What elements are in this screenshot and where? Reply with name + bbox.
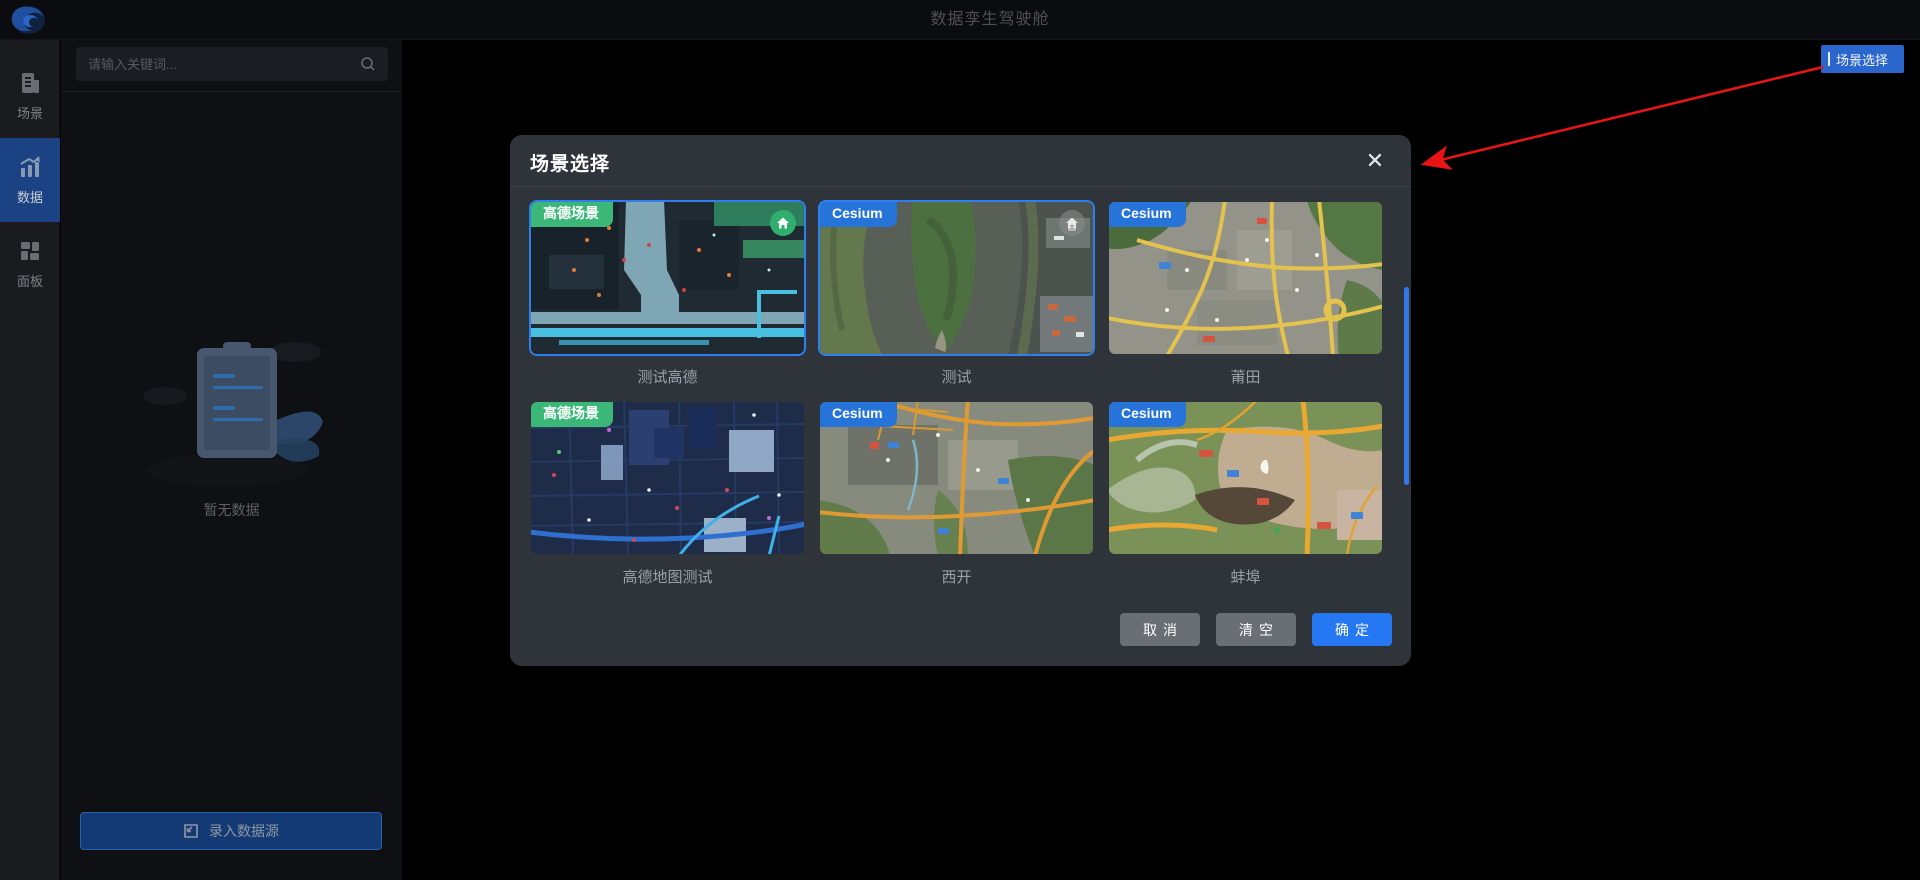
- scene-card-ceshigaode[interactable]: 高德场景 测试高德: [529, 200, 806, 391]
- scene-thumbnail: 高德场景: [529, 200, 806, 356]
- scene-tag: Cesium: [818, 400, 897, 427]
- scene-card-label: 西开: [818, 566, 1095, 591]
- empty-clipboard-illustration: [127, 330, 337, 490]
- scene-tag: Cesium: [818, 200, 897, 227]
- sidebar-item-data[interactable]: 数据: [0, 138, 60, 222]
- scene-card-xikai[interactable]: Cesium 西开: [818, 400, 1095, 591]
- scene-card-label: 测试: [818, 366, 1095, 391]
- trigger-label: 场景选择: [1836, 50, 1888, 69]
- scene-select-trigger-button[interactable]: 场景选择: [1821, 45, 1904, 73]
- scene-card-putian[interactable]: Cesium 莆田: [1107, 200, 1384, 391]
- nav-rail: 场景 数据 面板: [0, 40, 60, 880]
- trigger-caret: [1828, 52, 1830, 66]
- dashboard-grid-icon: [17, 238, 43, 264]
- scene-card-label: 蚌埠: [1107, 566, 1384, 591]
- import-button-label: 录入数据源: [209, 821, 279, 841]
- scene-tag: Cesium: [1107, 200, 1186, 227]
- search-box[interactable]: [76, 47, 388, 81]
- clear-button[interactable]: 清空: [1216, 613, 1296, 646]
- scene-thumbnail: Cesium: [1107, 200, 1384, 356]
- modal-footer: 取消 清空 确定: [1120, 613, 1392, 646]
- import-datasource-button[interactable]: 录入数据源: [80, 812, 382, 850]
- confirm-button[interactable]: 确定: [1312, 613, 1392, 646]
- import-icon: [183, 823, 199, 839]
- scene-icon: [17, 70, 43, 96]
- data-chart-icon: [17, 154, 43, 180]
- search-input[interactable]: [88, 57, 360, 72]
- scene-card-ceshi[interactable]: Cesium 测试: [818, 200, 1095, 391]
- sidebar-item-label: 数据: [17, 187, 43, 206]
- scene-thumbnail: Cesium: [818, 200, 1095, 356]
- scene-card-grid: 高德场景 测试高德: [529, 200, 1384, 600]
- panel-divider: [61, 91, 402, 92]
- modal-scrollbar-thumb[interactable]: [1404, 287, 1409, 485]
- scene-tag: 高德场景: [529, 400, 613, 427]
- scene-thumbnail: Cesium: [818, 400, 1095, 556]
- page-title: 数据孪生驾驶舱: [60, 0, 1920, 40]
- scene-thumbnail: Cesium: [1107, 400, 1384, 556]
- scene-thumbnail: 高德场景: [529, 400, 806, 556]
- empty-state-text: 暂无数据: [61, 500, 402, 520]
- sidebar-item-panel[interactable]: 面板: [0, 222, 60, 306]
- data-panel: 暂无数据 录入数据源: [61, 40, 402, 880]
- cancel-button[interactable]: 取消: [1120, 613, 1200, 646]
- search-icon[interactable]: [360, 56, 376, 72]
- scene-card-label: 测试高德: [529, 366, 806, 391]
- modal-header: 场景选择 ✕: [510, 135, 1411, 187]
- empty-state: 暂无数据: [61, 330, 402, 520]
- scene-card-label: 莆田: [1107, 366, 1384, 391]
- modal-title: 场景选择: [530, 149, 610, 176]
- scene-card-bengbu[interactable]: Cesium 蚌埠: [1107, 400, 1384, 591]
- scene-card-label: 高德地图测试: [529, 566, 806, 591]
- sidebar-item-label: 面板: [17, 271, 43, 290]
- home-badge-icon: [770, 210, 796, 236]
- scene-tag: Cesium: [1107, 400, 1186, 427]
- sidebar-item-scene[interactable]: 场景: [0, 54, 60, 138]
- close-icon[interactable]: ✕: [1361, 147, 1389, 175]
- scene-select-modal: 场景选择 ✕: [510, 135, 1411, 666]
- app-logo-icon: [8, 2, 48, 38]
- sidebar-item-label: 场景: [17, 103, 43, 122]
- home-badge-icon: [1059, 210, 1085, 236]
- scene-card-gaodemap-test[interactable]: 高德场景 高德地图测试: [529, 400, 806, 591]
- top-header: 数据孪生驾驶舱: [0, 0, 1920, 40]
- scene-tag: 高德场景: [529, 200, 613, 227]
